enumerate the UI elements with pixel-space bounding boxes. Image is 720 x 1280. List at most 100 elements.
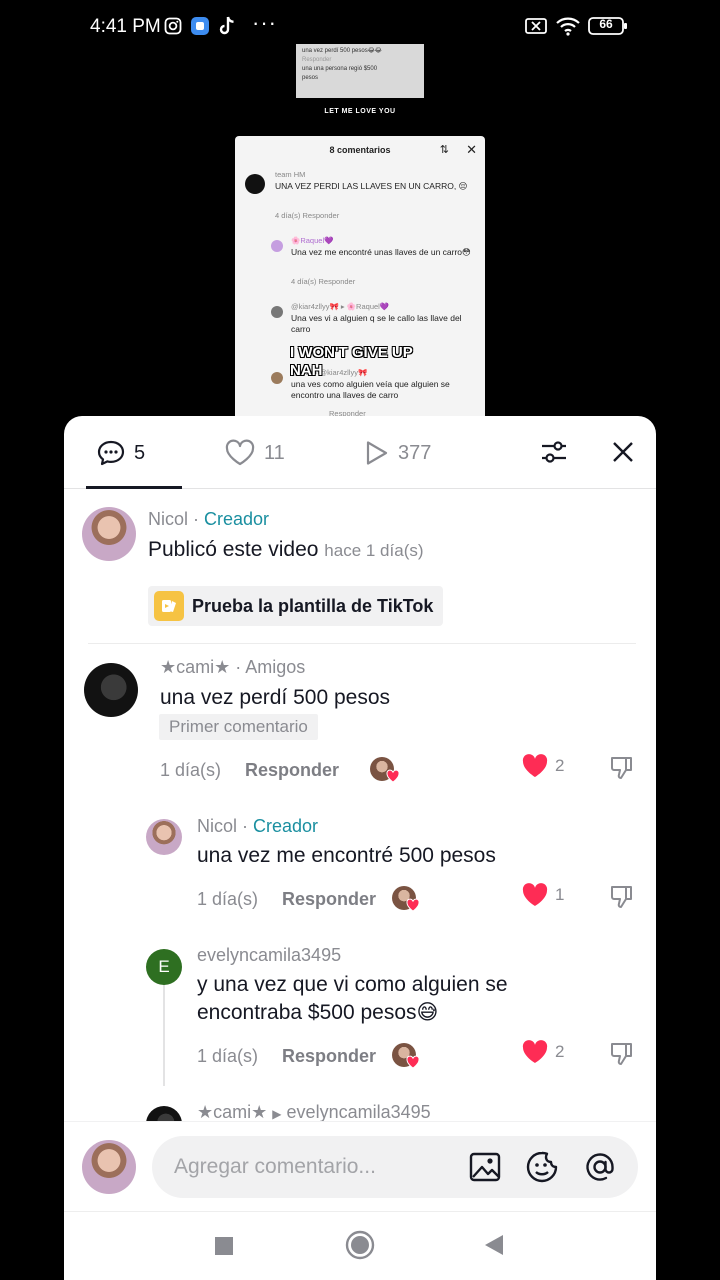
avatar[interactable]: E [146, 949, 182, 985]
card-avatar [245, 174, 265, 194]
creator-post-header: Nicol · Creador [148, 509, 269, 530]
creator-liked-heart-icon [406, 1055, 420, 1069]
username[interactable]: ★cami★ [160, 657, 230, 677]
template-label: Prueba la plantilla de TikTok [192, 595, 434, 616]
back-icon[interactable] [484, 1234, 504, 1256]
post-text: Publicó este video [148, 538, 319, 561]
sheet-tabs: 5 11 377 [64, 416, 656, 489]
my-avatar [82, 1140, 136, 1194]
like-button[interactable]: 2 [521, 753, 564, 779]
username[interactable]: ★cami★ [197, 1102, 267, 1121]
filter-settings-icon[interactable] [538, 436, 570, 468]
card-header: 8 comentarios ⇅ ✕ [235, 136, 485, 164]
comment-icon [97, 440, 125, 466]
friends-tag: · Amigos [230, 657, 306, 677]
card-meta: 4 día(s) Responder [291, 277, 356, 286]
card-comment: Una ves vi a alguien q se le callo las l… [291, 313, 462, 334]
sim-off-icon [524, 15, 548, 37]
video-top-thumbnail: una vez perdí 500 pesos😂😂 Responder una … [296, 44, 424, 98]
system-nav-bar [64, 1211, 656, 1280]
card-close-icon: ✕ [466, 142, 477, 157]
comment-meta: 1 día(s) Responder [197, 889, 376, 910]
mention-icon[interactable] [583, 1150, 617, 1184]
avatar-letter: E [158, 957, 170, 976]
tab-plays[interactable]: 377 [362, 436, 431, 470]
dislike-icon[interactable] [608, 753, 636, 781]
first-comment-badge: Primer comentario [159, 714, 318, 740]
image-icon[interactable] [468, 1150, 502, 1184]
overlay-line: NAH [290, 362, 323, 379]
card-comment: una ves como alguien veía que alguien se… [291, 379, 450, 400]
recent-apps-icon[interactable] [215, 1237, 233, 1255]
reply-button[interactable]: Responder [282, 1046, 376, 1066]
avatar[interactable] [146, 1106, 182, 1121]
creator-label: Creador [204, 509, 270, 529]
dislike-icon[interactable] [608, 1039, 636, 1067]
video-caption-overlay: I WON'T GIVE UP NAH [290, 344, 413, 380]
comment-text: una vez perdí 500 pesos [160, 686, 390, 709]
avatar[interactable] [146, 819, 182, 855]
home-icon[interactable] [345, 1230, 375, 1260]
reply-arrow-icon: ▶ [272, 1107, 282, 1121]
like-button[interactable]: 2 [521, 1039, 564, 1065]
comment-header: evelyncamila3495 [197, 945, 341, 966]
emoji-icon[interactable] [525, 1150, 559, 1184]
card-title: 8 comentarios [329, 145, 391, 155]
comment-placeholder: Agregar comentario... [174, 1155, 376, 1178]
separator: · [237, 816, 254, 836]
comments-sheet: 5 11 377 Nicol · Creador Publicó este vi… [64, 416, 656, 1280]
tab-likes[interactable]: 11 [224, 436, 285, 470]
comment-input[interactable]: Agregar comentario... [152, 1136, 638, 1198]
reply-button[interactable]: Responder [245, 760, 339, 780]
comment-text: una vez me encontré 500 pesos [197, 844, 496, 867]
heart-filled-icon [522, 1040, 548, 1063]
template-icon [154, 591, 184, 621]
song-lyric: LET ME LOVE YOU [324, 108, 396, 115]
like-count: 2 [555, 1042, 565, 1061]
thumb-line: una una persona regió $500 [302, 66, 378, 72]
like-button[interactable]: 1 [521, 882, 564, 908]
like-count: 1 [555, 885, 565, 904]
comment-meta: 1 día(s) Responder [197, 1046, 376, 1067]
comments-count: 5 [134, 441, 146, 464]
reply-to-username[interactable]: evelyncamila3495 [287, 1102, 431, 1121]
heart-outline-icon [225, 439, 255, 466]
close-icon[interactable] [607, 436, 639, 468]
card-comment: UNA VEZ PERDI LAS LLAVES EN UN CARRO, 😔 [275, 181, 468, 191]
messenger-app-icon [189, 15, 211, 37]
username[interactable]: evelyncamila3495 [197, 945, 341, 965]
comment-time: 1 día(s) [197, 1046, 259, 1066]
comment-text: y una vez que vi como alguien se [197, 973, 508, 996]
avatar[interactable] [84, 663, 138, 717]
comment-text: encontraba $500 pesos😅 [197, 1001, 439, 1024]
creator-liked-heart-icon [406, 898, 420, 912]
thumb-line: Responder [302, 57, 332, 63]
creator-liked-heart-icon [386, 769, 400, 783]
comment-header: Nicol · Creador [197, 816, 318, 837]
avatar[interactable] [82, 507, 136, 561]
username[interactable]: Nicol [148, 509, 188, 529]
battery-icon: 66 [588, 15, 628, 37]
comment-time: 1 día(s) [160, 760, 222, 780]
tiktok-template-button[interactable]: Prueba la plantilla de TikTok [148, 586, 444, 626]
comment-composer: Agregar comentario... [64, 1121, 656, 1211]
comments-list[interactable]: Nicol · Creador Publicó este video hace … [64, 489, 656, 1121]
username[interactable]: Nicol [197, 816, 237, 836]
card-comment: Una vez me encontré unas llaves de un ca… [291, 247, 471, 257]
status-time: 4:41 PM [90, 16, 161, 37]
card-meta: 4 día(s) Responder [275, 211, 340, 220]
card-user: 🌸Raquel💜 [291, 236, 334, 245]
play-icon [366, 441, 388, 465]
comment-header: ★cami★ ▶ evelyncamila3495 [197, 1102, 431, 1121]
video-background[interactable]: una vez perdí 500 pesos😂😂 Responder una … [0, 42, 720, 426]
card-avatar [271, 306, 283, 318]
thumb-line: pesos [302, 75, 319, 81]
like-count: 2 [555, 756, 565, 775]
card-user: @kiar4zllyy🎀 ▸ 🌸Raquel💜 [291, 302, 390, 311]
creator-post-text: Publicó este video hace 1 día(s) [148, 536, 424, 565]
dislike-icon[interactable] [608, 882, 636, 910]
likes-count: 11 [264, 441, 285, 464]
video-comment-card: 8 comentarios ⇅ ✕ team HM UNA VEZ PERDI … [235, 136, 485, 426]
reply-button[interactable]: Responder [282, 889, 376, 909]
tab-comments[interactable]: 5 [96, 436, 145, 470]
